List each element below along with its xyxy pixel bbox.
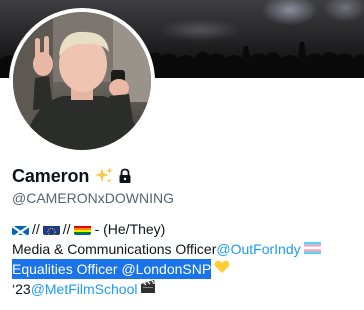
mention-outforindy[interactable]: @OutForIndy [216,239,300,259]
mention-londonsnp[interactable]: @LondonSNP [121,261,211,277]
clapper-board-icon [140,279,156,299]
username-handle: @CAMERONxDOWNING [12,190,174,206]
profile-avatar[interactable] [9,8,155,154]
selected-text: Equalities Officer @LondonSNP [12,259,212,279]
sparkles-icon [94,166,114,186]
transgender-flag-icon [303,239,321,259]
equalities-text: Equalities Officer [12,261,122,277]
display-name: Cameron [12,165,90,186]
pronouns-text: - (He/They) [94,221,166,237]
year-text: ‘23 [12,281,31,297]
bio-line-role: Media & Communications Officer @OutForIn… [12,239,357,259]
rainbow-flag-icon [73,223,91,235]
lock-icon[interactable] [118,168,132,184]
avatar-photo [13,12,151,150]
scotland-flag-icon [12,223,29,235]
separator-2: // [62,221,71,237]
bio-line-flags: // // - (He/They) [12,219,357,239]
separator-1: // [32,221,40,237]
mention-metfilmschool[interactable]: @MetFilmSchool [31,279,138,299]
bio-line-equalities: Equalities Officer @LondonSNP [12,259,357,279]
bio-line-school: ‘23 @MetFilmSchool [12,279,357,299]
yellow-heart-icon [214,259,230,279]
eu-flag-icon [42,223,60,235]
profile-bio: // // - (He/They) Media & Communications… [12,219,357,299]
display-name-row: Cameron [12,164,132,188]
role-text: Media & Communications Officer [12,241,217,257]
